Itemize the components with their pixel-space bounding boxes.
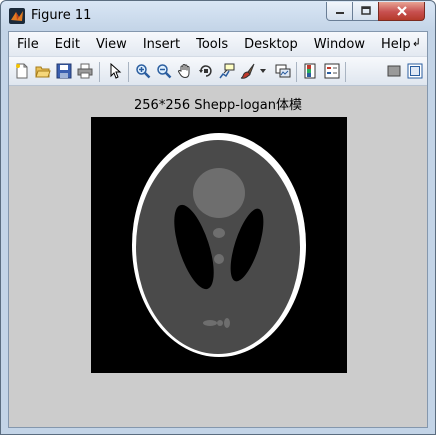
insert-colorbar-button[interactable] [301, 61, 321, 81]
zoom-out-icon [157, 64, 172, 79]
minimize-icon [335, 12, 344, 14]
data-cursor-icon [219, 63, 235, 79]
zoom-in-button[interactable] [133, 61, 153, 81]
save-icon [56, 63, 72, 79]
data-cursor-button[interactable] [217, 61, 237, 81]
toolbar-separator [345, 62, 346, 82]
insert-legend-button[interactable] [322, 61, 342, 81]
menu-tools[interactable]: Tools [188, 37, 236, 52]
link-plot-icon [275, 64, 291, 78]
toolbar-separator [128, 62, 129, 82]
figure-toolbar [9, 56, 427, 86]
toolbar-separator [99, 62, 100, 82]
maximize-button[interactable] [352, 2, 379, 21]
shepp-logan-phantom [91, 117, 347, 373]
figure-window: Figure 11 File Edit View Insert Tools De… [0, 0, 436, 435]
open-file-button[interactable] [33, 61, 53, 81]
zoom-out-button[interactable] [154, 61, 174, 81]
title-bar[interactable]: Figure 11 [1, 1, 435, 31]
brush-dropdown[interactable] [257, 61, 269, 81]
new-figure-button[interactable] [12, 61, 32, 81]
folder-icon [35, 66, 51, 78]
toolbar-separator [296, 62, 297, 82]
matlab-icon [9, 8, 25, 24]
colorbar-icon [304, 63, 316, 79]
hide-plot-tools-button[interactable] [384, 61, 404, 81]
menu-overflow-icon[interactable]: ↲ [412, 36, 421, 49]
zoom-in-icon [136, 64, 151, 79]
plot-title: 256*256 Shepp-logan体模 [134, 98, 302, 113]
menu-desktop[interactable]: Desktop [236, 37, 306, 52]
pan-button[interactable] [175, 61, 195, 81]
maximize-icon [360, 6, 371, 15]
figure-canvas[interactable]: 256*256 Shepp-logan体模 [9, 86, 427, 427]
hide-plot-tools-icon [387, 65, 401, 77]
phantom-upper-blob [193, 168, 245, 218]
printer-icon [77, 63, 93, 79]
phantom-center-dot-1 [213, 228, 225, 238]
close-button[interactable] [378, 2, 425, 21]
hand-icon [177, 63, 190, 79]
window-title: Figure 11 [31, 8, 92, 23]
phantom-lower-dot-right [224, 318, 230, 328]
link-plot-button[interactable] [273, 61, 293, 81]
phantom-center-dot-2 [214, 254, 224, 264]
save-button[interactable] [54, 61, 74, 81]
brush-button[interactable] [238, 61, 258, 81]
legend-icon [324, 63, 340, 79]
axes-image[interactable] [91, 117, 347, 373]
new-file-icon [16, 63, 28, 79]
print-button[interactable] [75, 61, 95, 81]
rotate-3d-icon [199, 65, 212, 77]
brush-icon [240, 63, 255, 79]
pointer-arrow-icon [110, 63, 122, 79]
show-plot-tools-button[interactable] [405, 61, 425, 81]
close-icon [396, 6, 407, 16]
show-plot-tools-icon [407, 63, 423, 79]
menu-edit[interactable]: Edit [47, 37, 88, 52]
menu-window[interactable]: Window [306, 37, 373, 52]
rotate-3d-button[interactable] [196, 61, 216, 81]
phantom-lower-dot-left [203, 320, 217, 326]
menu-file[interactable]: File [9, 37, 47, 52]
minimize-button[interactable] [326, 2, 353, 21]
menu-insert[interactable]: Insert [135, 37, 188, 52]
chevron-down-icon [260, 69, 266, 73]
phantom-lower-dot-mid [217, 320, 223, 326]
edit-plot-button[interactable] [105, 61, 125, 81]
figure-client: File Edit View Insert Tools Desktop Wind… [8, 31, 428, 428]
menu-view[interactable]: View [88, 37, 135, 52]
menu-bar: File Edit View Insert Tools Desktop Wind… [9, 32, 427, 56]
